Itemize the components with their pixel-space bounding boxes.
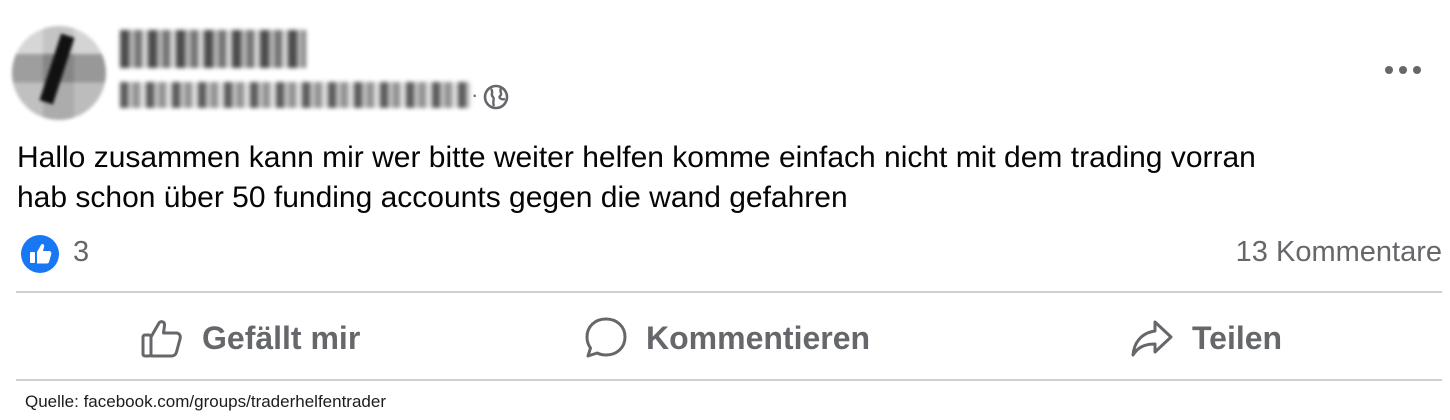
share-button[interactable]: Teilen: [1130, 311, 1282, 365]
speech-bubble-icon: [585, 317, 627, 358]
comment-count[interactable]: 13 Kommentare: [1236, 236, 1442, 269]
thumbs-up-icon[interactable]: [20, 234, 60, 274]
thumbs-up-outline-icon: [141, 320, 182, 358]
avatar[interactable]: [12, 26, 106, 120]
comment-button[interactable]: Kommentieren: [584, 311, 870, 365]
like-button-label: Gefällt mir: [202, 319, 361, 356]
post-meta-redacted: [120, 82, 470, 108]
share-button-label: Teilen: [1192, 319, 1283, 356]
comment-button-label: Kommentieren: [646, 319, 871, 356]
post-text: Hallo zusammen kann mir wer bitte weiter…: [17, 138, 1437, 218]
reaction-count[interactable]: 3: [73, 236, 89, 269]
meta-separator: ·: [471, 82, 479, 107]
source-caption: Quelle: facebook.com/groups/traderhelfen…: [25, 392, 386, 411]
globe-icon: [483, 84, 509, 110]
more-options-icon[interactable]: [1382, 58, 1424, 82]
divider-bottom: [16, 379, 1442, 381]
post-text-line-1: Hallo zusammen kann mir wer bitte weiter…: [17, 141, 1256, 174]
post-text-line-2: hab schon über 50 funding accounts gegen…: [17, 181, 848, 214]
like-button[interactable]: Gefällt mir: [140, 311, 360, 365]
share-arrow-icon: [1131, 320, 1173, 357]
author-name-redacted[interactable]: [120, 30, 306, 68]
divider-top: [16, 291, 1442, 293]
